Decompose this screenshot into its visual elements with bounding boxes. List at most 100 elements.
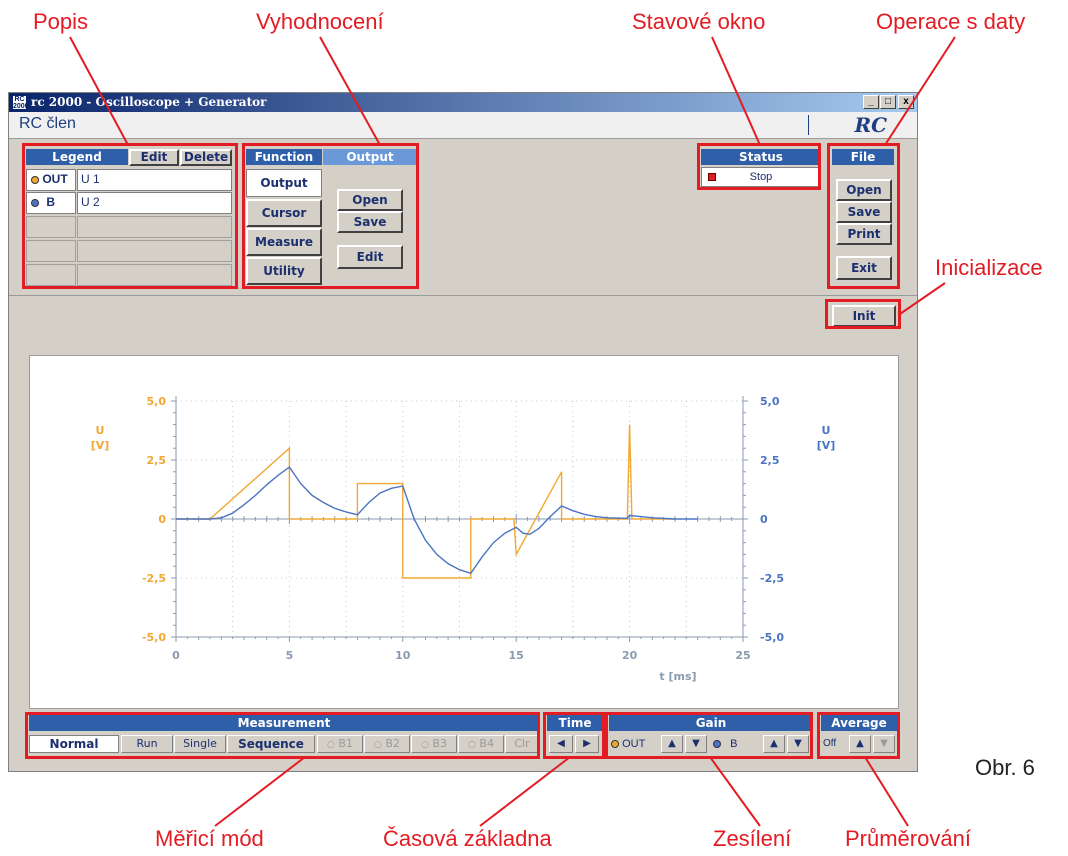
- output-save-button[interactable]: Save: [337, 211, 403, 233]
- annotation-prumerovani: Průměrování: [845, 826, 971, 851]
- tab-output[interactable]: Output: [246, 169, 322, 197]
- title-bar: RC 2000 rc 2000 - Oscilloscope + Generat…: [9, 93, 917, 112]
- buffer-b3-label: B3: [432, 737, 447, 750]
- legend-panel: Legend Edit Delete OUT U 1 B U 2: [26, 149, 232, 287]
- legend-row-5-label[interactable]: [77, 264, 232, 286]
- y-tick-label-right: 5,0: [760, 395, 780, 408]
- file-exit-button[interactable]: Exit: [836, 256, 892, 280]
- oscilloscope-chart: 5,0 5,0 2,5 2,5 0 0 -2,5 -2,5 -5,0 -5,0 0 5 10 15 20 25…: [91, 395, 836, 683]
- mode-normal-button[interactable]: Normal: [29, 735, 119, 753]
- header-divider: [808, 115, 809, 135]
- legend-row-3-label[interactable]: [77, 216, 232, 238]
- gain-b-down-button[interactable]: ▼: [787, 735, 809, 753]
- time-increase-button[interactable]: ▶: [575, 735, 599, 753]
- tab-utility[interactable]: Utility: [246, 257, 322, 285]
- y-tick-label-right: -5,0: [760, 631, 784, 644]
- gain-out-up-button[interactable]: ▲: [661, 735, 683, 753]
- time-title: Time: [547, 715, 603, 731]
- arrow-up-icon: ▲: [770, 738, 778, 749]
- legend-row-4-channel[interactable]: [26, 240, 76, 262]
- figure-label: Obr. 6: [975, 755, 1035, 780]
- y-tick-label-right: 0: [760, 513, 768, 526]
- y-tick-label-right: -2,5: [760, 572, 784, 585]
- legend-row-5-channel[interactable]: [26, 264, 76, 286]
- x-tick-label: 0: [172, 649, 180, 662]
- legend-row-4-label[interactable]: [77, 240, 232, 262]
- x-tick-label: 25: [735, 649, 750, 662]
- file-save-button[interactable]: Save: [836, 201, 892, 223]
- mode-sequence-button[interactable]: Sequence: [227, 735, 315, 753]
- buffer-b1-label: B1: [338, 737, 353, 750]
- toolbar-divider: [9, 295, 917, 296]
- gain-b-up-button[interactable]: ▲: [763, 735, 785, 753]
- y-tick-label-left: 5,0: [147, 395, 167, 408]
- brand-logo: RC: [854, 113, 887, 137]
- gain-title: Gain: [609, 715, 813, 731]
- output-edit-button[interactable]: Edit: [337, 245, 403, 269]
- buffer-b1-radio-icon: ○: [327, 740, 335, 750]
- time-decrease-button[interactable]: ◀: [549, 735, 573, 753]
- gain-panel: Gain OUT ▲ ▼ B ▲ ▼: [609, 715, 813, 753]
- init-button[interactable]: Init: [832, 305, 896, 327]
- mode-single-button[interactable]: Single: [174, 735, 226, 753]
- document-header: RC člen RC: [9, 112, 917, 139]
- arrow-left-icon: ◀: [557, 738, 565, 749]
- annotation-operace-s-daty: Operace s daty: [876, 9, 1026, 34]
- status-title: Status: [701, 149, 821, 165]
- buffer-b3-toggle[interactable]: ○ B3: [411, 735, 457, 753]
- gain-b-label: B: [713, 735, 763, 753]
- legend-delete-button[interactable]: Delete: [180, 149, 232, 166]
- close-button[interactable]: x: [898, 95, 914, 109]
- average-value: Off: [823, 738, 837, 749]
- output-title: Output: [323, 149, 417, 165]
- arrow-down-icon: ▼: [692, 738, 700, 749]
- maximize-button[interactable]: □: [880, 95, 896, 109]
- buffer-b4-toggle[interactable]: ○ B4: [458, 735, 504, 753]
- buffer-b1-toggle[interactable]: ○ B1: [317, 735, 363, 753]
- legend-row-2-label[interactable]: U 2: [77, 192, 232, 214]
- gain-b-name: B: [730, 738, 738, 750]
- legend-row-1-channel[interactable]: OUT: [26, 169, 76, 191]
- chart-traces: [176, 424, 698, 579]
- average-title: Average: [821, 715, 897, 731]
- file-open-button[interactable]: Open: [836, 179, 892, 201]
- legend-title: Legend: [26, 149, 128, 165]
- y-axis-label-left: U: [96, 424, 105, 437]
- annotation-stavove-okno: Stavové okno: [632, 9, 766, 34]
- window-title: rc 2000 - Oscilloscope + Generator: [31, 95, 267, 109]
- y-axis-label-right: [V]: [817, 439, 836, 452]
- arrow-up-icon: ▲: [856, 738, 864, 749]
- minimize-button[interactable]: _: [863, 95, 879, 109]
- gain-out-down-button[interactable]: ▼: [685, 735, 707, 753]
- legend-row-1-channel-name: OUT: [42, 172, 68, 186]
- legend-row-3-channel[interactable]: [26, 216, 76, 238]
- gain-out-name: OUT: [622, 738, 646, 750]
- mode-run-button[interactable]: Run: [121, 735, 173, 753]
- annotation-vyhodnoceni: Vyhodnocení: [256, 9, 384, 34]
- clear-button[interactable]: Clr: [505, 735, 539, 753]
- function-panel: Function Output Cursor Measure Utility: [246, 149, 322, 287]
- status-panel: Status Stop: [701, 149, 821, 189]
- x-tick-label: 10: [395, 649, 411, 662]
- legend-row-2-channel[interactable]: B: [26, 192, 76, 214]
- tab-measure[interactable]: Measure: [246, 228, 322, 256]
- buffer-b2-toggle[interactable]: ○ B2: [364, 735, 410, 753]
- average-down-button[interactable]: ▼: [873, 735, 895, 753]
- average-up-button[interactable]: ▲: [849, 735, 871, 753]
- app-icon: RC 2000: [12, 95, 29, 110]
- annotation-popis: Popis: [33, 9, 89, 34]
- buffer-b4-radio-icon: ○: [468, 740, 476, 750]
- x-tick-label: 5: [286, 649, 294, 662]
- status-value: Stop: [749, 171, 773, 183]
- tab-cursor[interactable]: Cursor: [246, 199, 322, 227]
- annotation-casova-zakladna: Časová základna: [383, 826, 552, 851]
- status-indicator-icon: [708, 173, 716, 181]
- file-print-button[interactable]: Print: [836, 223, 892, 245]
- output-open-button[interactable]: Open: [337, 189, 403, 211]
- y-tick-label-left: 0: [158, 513, 166, 526]
- legend-edit-button[interactable]: Edit: [129, 149, 179, 166]
- gain-out-label: OUT: [611, 735, 661, 753]
- annotation-merici-mod: Měřicí mód: [155, 826, 264, 851]
- legend-row-1-label[interactable]: U 1: [77, 169, 232, 191]
- document-name: RC člen: [19, 115, 76, 132]
